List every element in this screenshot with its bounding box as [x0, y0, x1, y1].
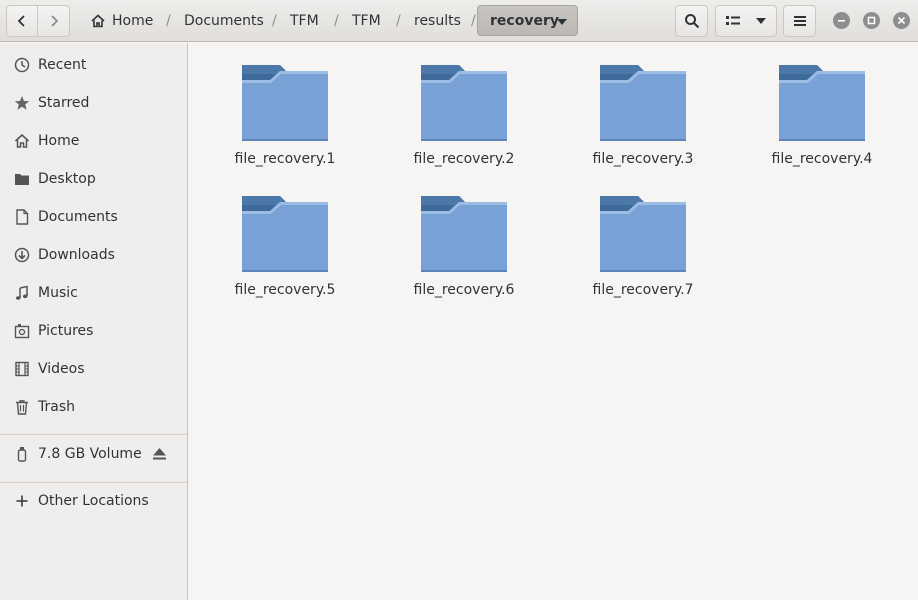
sidebar-item-label: Videos	[38, 361, 85, 377]
close-icon	[897, 16, 906, 25]
breadcrumb-documents[interactable]: Documents	[184, 5, 264, 37]
sidebar-item-music[interactable]: Music	[0, 274, 187, 312]
go-next-icon	[50, 15, 58, 27]
search-icon	[684, 14, 699, 29]
go-previous-icon	[17, 15, 25, 27]
sidebar-item-videos[interactable]: Videos	[0, 350, 187, 388]
sidebar-item-desktop[interactable]: Desktop	[0, 160, 187, 198]
sidebar-item-home[interactable]: Home	[0, 122, 187, 160]
home-icon	[14, 133, 30, 149]
file-name: file_recovery.7	[592, 282, 694, 298]
sidebar-item-label: Downloads	[38, 247, 115, 263]
folder-item[interactable]: file_recovery.5	[205, 194, 365, 314]
breadcrumb-separator: /	[166, 13, 171, 29]
trash-icon	[14, 399, 30, 415]
navigation-buttons	[6, 5, 70, 37]
file-name: file_recovery.5	[234, 282, 336, 298]
breadcrumb-home[interactable]: Home	[90, 5, 153, 37]
maximize-button[interactable]	[863, 12, 880, 29]
breadcrumb-separator: /	[272, 13, 277, 29]
file-name: file_recovery.4	[771, 151, 873, 167]
folder-icon	[421, 65, 507, 141]
sidebar-item-label: Recent	[38, 57, 87, 73]
sidebar-item-label: Other Locations	[38, 493, 149, 509]
file-name: file_recovery.6	[413, 282, 515, 298]
folder-item[interactable]: file_recovery.6	[384, 194, 544, 314]
sidebar-item-label: Desktop	[38, 171, 96, 187]
minimize-icon	[838, 20, 845, 22]
back-button[interactable]	[6, 5, 38, 37]
breadcrumb-tfm-2[interactable]: TFM	[352, 5, 381, 37]
clock-icon	[14, 57, 30, 73]
breadcrumb-separator: /	[471, 13, 476, 29]
sidebar-item-documents[interactable]: Documents	[0, 198, 187, 236]
file-name: file_recovery.1	[234, 151, 336, 167]
folder-item[interactable]: file_recovery.4	[742, 63, 902, 183]
folder-icon	[600, 196, 686, 272]
header-bar: Home / Documents / TFM / TFM / results /…	[0, 0, 918, 42]
minimize-button[interactable]	[833, 12, 850, 29]
sidebar: Recent Starred Home Desktop Documents Do…	[0, 43, 188, 600]
home-icon	[91, 14, 105, 28]
view-options-button[interactable]	[715, 5, 777, 37]
usb-drive-icon	[14, 446, 30, 462]
download-icon	[14, 247, 30, 263]
list-view-icon	[726, 16, 740, 25]
sidebar-item-label: Home	[38, 133, 80, 149]
folder-item[interactable]: file_recovery.3	[563, 63, 723, 183]
sidebar-item-label: Documents	[38, 209, 118, 225]
folder-icon	[421, 196, 507, 272]
breadcrumb-tfm[interactable]: TFM	[290, 5, 319, 37]
hamburger-menu-icon	[793, 16, 806, 26]
maximize-icon	[867, 16, 876, 25]
star-icon	[14, 95, 30, 111]
sidebar-item-volume[interactable]: 7.8 GB Volume	[0, 435, 187, 473]
chevron-down-icon	[557, 19, 567, 25]
folder-item[interactable]: file_recovery.2	[384, 63, 544, 183]
file-name: file_recovery.2	[413, 151, 515, 167]
sidebar-item-recent[interactable]: Recent	[0, 46, 187, 84]
menu-button[interactable]	[783, 5, 816, 37]
sidebar-item-label: Starred	[38, 95, 90, 111]
pictures-icon	[14, 323, 30, 339]
document-icon	[14, 209, 30, 225]
folder-icon	[600, 65, 686, 141]
sidebar-item-other-locations[interactable]: Other Locations	[0, 482, 187, 520]
file-name: file_recovery.3	[592, 151, 694, 167]
film-icon	[14, 361, 30, 377]
folder-icon	[242, 196, 328, 272]
current-folder-label: recovery	[490, 12, 559, 29]
close-button[interactable]	[893, 12, 910, 29]
folder-icon	[242, 65, 328, 141]
forward-button[interactable]	[38, 5, 70, 37]
folder-icon	[779, 65, 865, 141]
breadcrumb-label: Home	[112, 13, 154, 29]
sidebar-item-label: Trash	[38, 399, 75, 415]
sidebar-item-downloads[interactable]: Downloads	[0, 236, 187, 274]
sidebar-item-pictures[interactable]: Pictures	[0, 312, 187, 350]
breadcrumb-current-folder[interactable]: recovery	[477, 5, 578, 36]
sidebar-item-label: 7.8 GB Volume	[38, 446, 142, 462]
plus-icon	[14, 493, 30, 509]
chevron-down-icon	[756, 18, 766, 24]
folder-icon	[14, 171, 30, 187]
file-view: file_recovery.1 file_recovery.2 file_rec…	[189, 43, 918, 600]
sidebar-item-label: Pictures	[38, 323, 94, 339]
breadcrumb-separator: /	[396, 13, 401, 29]
eject-icon[interactable]	[152, 447, 167, 465]
folder-item[interactable]: file_recovery.7	[563, 194, 723, 314]
sidebar-item-starred[interactable]: Starred	[0, 84, 187, 122]
search-button[interactable]	[675, 5, 708, 37]
breadcrumb-results[interactable]: results	[414, 5, 461, 37]
sidebar-item-label: Music	[38, 285, 78, 301]
breadcrumb-separator: /	[334, 13, 339, 29]
music-icon	[14, 285, 30, 301]
folder-item[interactable]: file_recovery.1	[205, 63, 365, 183]
sidebar-item-trash[interactable]: Trash	[0, 388, 187, 426]
